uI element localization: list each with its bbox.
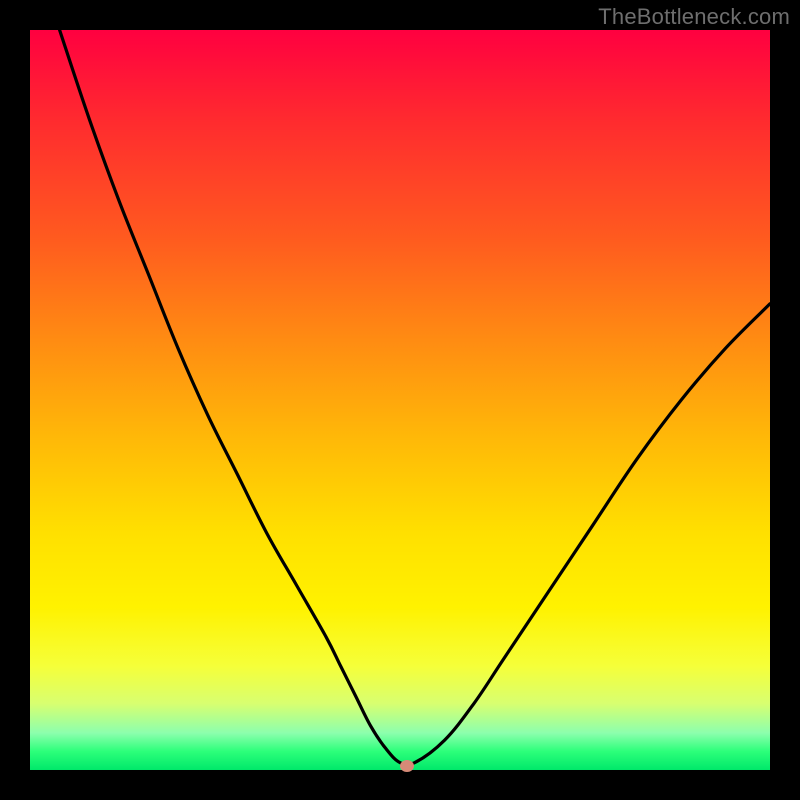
curve-path	[60, 30, 770, 765]
plot-area	[30, 30, 770, 770]
chart-frame: TheBottleneck.com	[0, 0, 800, 800]
bottleneck-curve	[30, 30, 770, 770]
optimal-point-marker	[400, 760, 414, 772]
watermark-label: TheBottleneck.com	[598, 4, 790, 30]
